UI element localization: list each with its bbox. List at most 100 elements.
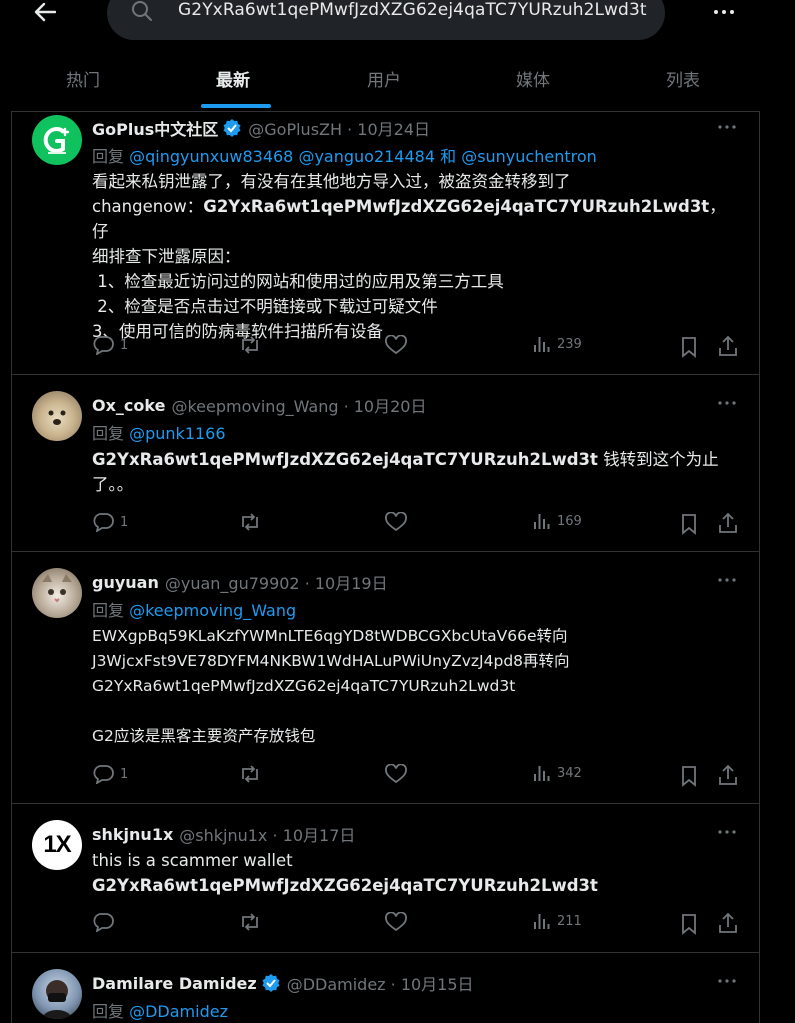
share-icon[interactable]	[717, 764, 739, 786]
right-gutter	[760, 0, 795, 1023]
reply-mentions[interactable]: @punk1166	[129, 424, 225, 443]
bookmark-icon[interactable]	[680, 765, 698, 787]
search-input[interactable]: G2YxRa6wt1qePMwfJzdXZG62ej4qaTC7YURzuh2L…	[178, 0, 647, 20]
handle-and-date[interactable]: @yuan_gu79902 · 10月19日	[165, 570, 388, 594]
reply-prefix: 回复	[92, 147, 125, 166]
tab-lists[interactable]: 列表	[666, 66, 700, 91]
tab-people[interactable]: 用户	[367, 66, 401, 91]
tweet-actions: 1 169	[92, 512, 742, 536]
tweet-header: guyuan @yuan_gu79902 · 10月19日	[92, 570, 388, 594]
tweet-line: J3WjcxFst9VE78DYFM4NKBW1WdHALuPWiUnyZvzJ…	[92, 652, 570, 670]
reply-button[interactable]: 1	[92, 764, 128, 784]
tweet-text: this is a scammer wallet G2YxRa6wt1qePMw…	[92, 848, 732, 898]
display-name[interactable]: Ox_coke	[92, 396, 165, 415]
share-icon[interactable]	[717, 335, 739, 357]
tweet-text: G2YxRa6wt1qePMwfJzdXZG62ej4qaTC7YURzuh2L…	[92, 447, 732, 497]
reply-button[interactable]	[92, 912, 120, 932]
display-name[interactable]: Damilare Damidez	[92, 974, 257, 993]
views-button[interactable]: 211	[533, 912, 582, 930]
comment-icon	[93, 765, 114, 784]
reply-mentions[interactable]: @DDamidez	[129, 1002, 228, 1021]
retweet-button[interactable]	[238, 764, 262, 784]
views-button[interactable]: 342	[533, 764, 582, 782]
handle-and-date[interactable]: @shkjnu1x · 10月17日	[179, 822, 355, 846]
dog-avatar-icon	[48, 410, 66, 425]
wallet-address[interactable]: G2YxRa6wt1qePMwfJzdXZG62ej4qaTC7YURzuh2L…	[92, 450, 598, 469]
reply-context: 回复 @qingyunxuw83468 @yanguo214484 和 @sun…	[92, 143, 597, 167]
more-options-icon[interactable]	[711, 0, 737, 24]
tab-latest[interactable]: 最新	[216, 66, 250, 91]
display-name[interactable]: GoPlus中文社区	[92, 116, 218, 140]
avatar[interactable]	[32, 391, 82, 441]
tweet-line: G2YxRa6wt1qePMwfJzdXZG62ej4qaTC7YURzuh2L…	[92, 447, 732, 472]
cat-avatar-icon	[42, 574, 72, 603]
share-icon[interactable]	[717, 512, 739, 534]
avatar[interactable]	[32, 115, 82, 165]
tab-media[interactable]: 媒体	[516, 66, 550, 91]
share-icon[interactable]	[717, 912, 739, 934]
search-header: G2YxRa6wt1qePMwfJzdXZG62ej4qaTC7YURzuh2L…	[0, 0, 795, 112]
reply-context: 回复 @punk1166	[92, 420, 226, 444]
retweet-button[interactable]	[238, 335, 262, 355]
tweet[interactable]: Damilare Damidez @DDamidez · 10月15日 回复 @…	[12, 953, 759, 1023]
analytics-icon	[534, 337, 550, 352]
views-count: 342	[557, 765, 582, 781]
more-icon[interactable]	[717, 396, 737, 410]
tweet[interactable]: GoPlus中文社区 @GoPlusZH · 10月24日 回复 @qingyu…	[12, 112, 759, 375]
bookmark-icon[interactable]	[680, 513, 698, 535]
reply-context: 回复 @DDamidez	[92, 998, 228, 1022]
more-icon[interactable]	[717, 825, 737, 839]
heart-icon	[385, 512, 407, 532]
handle-and-date[interactable]: @GoPlusZH · 10月24日	[248, 116, 430, 140]
like-button[interactable]	[385, 512, 407, 532]
display-name[interactable]: guyuan	[92, 573, 159, 592]
tweet[interactable]: guyuan @yuan_gu79902 · 10月19日 回复 @keepmo…	[12, 552, 759, 804]
reply-count: 1	[120, 514, 129, 530]
goplus-logo-icon	[43, 127, 70, 154]
tweet-line: 细排查下泄露原因：	[92, 247, 241, 266]
like-button[interactable]	[385, 764, 407, 784]
tweet-line: G2YxRa6wt1qePMwfJzdXZG62ej4qaTC7YURzuh2L…	[92, 873, 732, 898]
handle-and-date[interactable]: @keepmoving_Wang · 10月20日	[171, 393, 426, 417]
views-count: 169	[557, 513, 582, 529]
more-icon[interactable]	[717, 120, 737, 134]
like-button[interactable]	[385, 335, 407, 355]
search-box[interactable]: G2YxRa6wt1qePMwfJzdXZG62ej4qaTC7YURzuh2L…	[107, 0, 665, 40]
wallet-address[interactable]: G2YxRa6wt1qePMwfJzdXZG62ej4qaTC7YURzuh2L…	[92, 876, 598, 895]
reply-button[interactable]: 1	[92, 335, 128, 355]
tweet[interactable]: Ox_coke @keepmoving_Wang · 10月20日 回复 @pu…	[12, 375, 759, 552]
reply-mentions[interactable]: @keepmoving_Wang	[129, 601, 296, 620]
bookmark-icon[interactable]	[680, 336, 698, 358]
more-icon[interactable]	[717, 573, 737, 587]
wallet-address[interactable]: G2YxRa6wt1qePMwfJzdXZG62ej4qaTC7YURzuh2L…	[203, 197, 709, 216]
analytics-icon	[534, 766, 550, 781]
views-button[interactable]: 169	[533, 512, 582, 530]
back-button[interactable]	[32, 0, 58, 24]
comment-icon	[93, 913, 114, 932]
arrow-left-icon	[34, 2, 56, 22]
display-name[interactable]: shkjnu1x	[92, 825, 173, 844]
tweet-line: G2应该是黑客主要资产存放钱包	[92, 727, 316, 745]
tweet[interactable]: 1X shkjnu1x @shkjnu1x · 10月17日 this is a…	[12, 804, 759, 953]
more-icon[interactable]	[717, 974, 737, 988]
bookmark-icon[interactable]	[680, 913, 698, 935]
avatar[interactable]: 1X	[32, 820, 82, 870]
views-button[interactable]: 239	[533, 335, 582, 353]
retweet-button[interactable]	[238, 512, 262, 532]
avatar[interactable]	[32, 969, 82, 1019]
like-button[interactable]	[385, 912, 407, 932]
tweet-line: this is a scammer wallet	[92, 851, 293, 870]
comment-icon	[93, 336, 114, 355]
avatar[interactable]	[32, 568, 82, 618]
tab-top[interactable]: 热门	[66, 66, 100, 91]
tweet-line: changenow：G2YxRa6wt1qePMwfJzdXZG62ej4qaT…	[92, 194, 732, 244]
retweet-button[interactable]	[238, 912, 262, 932]
reply-button[interactable]: 1	[92, 512, 128, 532]
tweet-line: 看起来私钥泄露了，有没有在其他地方导入过，被盗资金转移到了	[92, 172, 571, 191]
retweet-icon	[242, 513, 258, 531]
tweet-text: 看起来私钥泄露了，有没有在其他地方导入过，被盗资金转移到了 changenow：…	[92, 169, 732, 344]
reply-mentions[interactable]: @qingyunxuw83468 @yanguo214484 和 @sunyuc…	[129, 147, 597, 166]
tweet-actions: 211	[92, 912, 742, 936]
tweet-line: EWXgpBq59KLaKzfYWMnLTE6qgYD8tWDBCGXbcUta…	[92, 627, 568, 645]
handle-and-date[interactable]: @DDamidez · 10月15日	[287, 971, 474, 995]
